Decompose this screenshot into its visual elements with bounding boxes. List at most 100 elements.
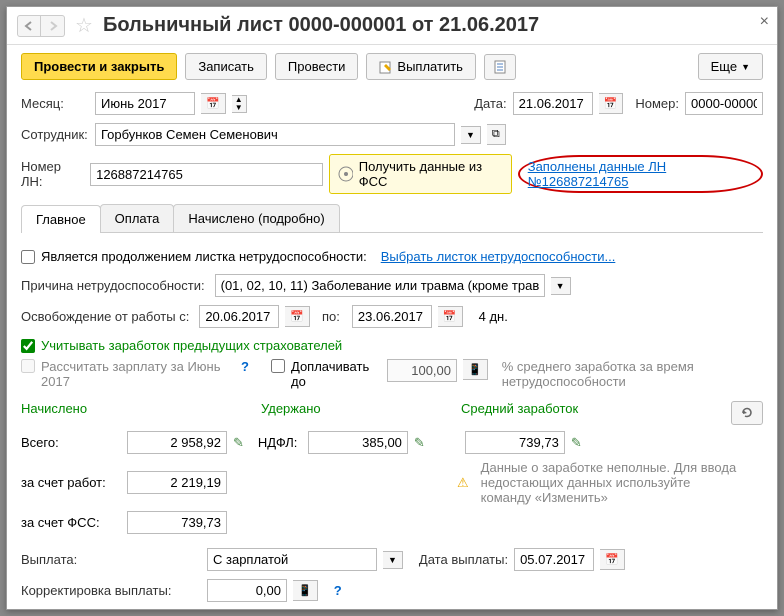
reason-label: Причина нетрудоспособности: xyxy=(21,278,205,293)
correction-calc-icon[interactable]: 📱 xyxy=(293,580,318,601)
total-label: Всего: xyxy=(21,435,121,450)
reason-input[interactable] xyxy=(215,274,545,297)
nav-forward-button[interactable] xyxy=(41,15,65,37)
release-days: 4 дн. xyxy=(479,309,508,324)
release-row: Освобождение от работы с: 📅 по: 📅 4 дн. xyxy=(21,301,763,332)
toolbar: Провести и закрыть Записать Провести Вып… xyxy=(7,45,777,88)
month-label: Месяц: xyxy=(21,96,89,111)
total-edit-icon[interactable]: ✎ xyxy=(233,435,244,451)
payout-label: Выплата: xyxy=(21,552,201,567)
calc-salary-checkbox xyxy=(21,359,35,373)
withheld-header: Удержано xyxy=(261,401,461,425)
extra-pay-input xyxy=(387,359,457,382)
refresh-button[interactable] xyxy=(731,401,763,425)
fss-icon xyxy=(338,166,353,182)
extra-pay-label: Доплачивать до xyxy=(291,359,381,389)
month-calendar-icon[interactable]: 📅 xyxy=(201,93,226,114)
correction-row: Корректировка выплаты: 📱 ? xyxy=(21,575,763,606)
avg-input[interactable] xyxy=(465,431,565,454)
date-input[interactable] xyxy=(513,92,593,115)
total-row: Всего: ✎ НДФЛ: ✎ ✎ xyxy=(21,431,763,454)
reason-dropdown-icon[interactable]: ▼ xyxy=(551,277,571,295)
release-to-input[interactable] xyxy=(352,305,432,328)
release-to-calendar-icon[interactable]: 📅 xyxy=(438,306,463,327)
titlebar: ☆ Больничный лист 0000-000001 от 21.06.2… xyxy=(7,7,777,45)
employee-open-icon[interactable]: ⧉ xyxy=(487,124,506,145)
tab-accrued[interactable]: Начислено (подробно) xyxy=(173,204,339,232)
row-employee: Сотрудник: ▼ ⧉ xyxy=(7,119,777,150)
payout-date-label: Дата выплаты: xyxy=(419,552,508,567)
pay-icon xyxy=(379,60,393,74)
correction-label: Корректировка выплаты: xyxy=(21,583,201,598)
submit-close-button[interactable]: Провести и закрыть xyxy=(21,53,177,80)
ndfl-input[interactable] xyxy=(308,431,408,454)
refresh-icon xyxy=(740,406,754,420)
chevron-down-icon: ▼ xyxy=(741,62,750,72)
warning-icon: ⚠ xyxy=(457,475,469,491)
close-icon[interactable]: × xyxy=(760,13,769,31)
employer-label: за счет работ: xyxy=(21,475,121,490)
fss-status-highlight: Заполнены данные ЛН №126887214765 xyxy=(518,155,763,193)
continuation-row: Является продолжением листка нетрудоспос… xyxy=(21,249,763,264)
payout-date-input[interactable] xyxy=(514,548,594,571)
ln-input[interactable] xyxy=(90,163,323,186)
payout-date-calendar-icon[interactable]: 📅 xyxy=(600,549,625,570)
favorite-icon[interactable]: ☆ xyxy=(75,13,93,38)
month-spinner[interactable]: ▲▼ xyxy=(232,95,247,113)
attach-button[interactable] xyxy=(484,54,516,80)
nav-back-button[interactable] xyxy=(17,15,41,37)
employer-row: за счет работ: ⚠ Данные о заработке непо… xyxy=(21,460,763,505)
tabs: Главное Оплата Начислено (подробно) xyxy=(21,204,763,233)
percent-label: % среднего заработка за время нетрудоспо… xyxy=(502,359,712,389)
fss-status-link[interactable]: Заполнены данные ЛН №126887214765 xyxy=(528,159,666,189)
tab-main[interactable]: Главное xyxy=(21,205,101,233)
save-button[interactable]: Записать xyxy=(185,53,267,80)
employee-dropdown-icon[interactable]: ▼ xyxy=(461,126,481,144)
fss-row: за счет ФСС: xyxy=(21,511,763,534)
correction-input[interactable] xyxy=(207,579,287,602)
employee-label: Сотрудник: xyxy=(21,127,89,142)
correction-help-icon[interactable]: ? xyxy=(330,583,346,598)
employer-input[interactable] xyxy=(127,471,227,494)
number-input[interactable] xyxy=(685,92,763,115)
pay-button[interactable]: Выплатить xyxy=(366,53,476,80)
fss-amount-input[interactable] xyxy=(127,511,227,534)
release-from-calendar-icon[interactable]: 📅 xyxy=(285,306,310,327)
prev-insurers-label: Учитывать заработок предыдущих страховат… xyxy=(41,338,342,353)
release-from-input[interactable] xyxy=(199,305,279,328)
continuation-link[interactable]: Выбрать листок нетрудоспособности... xyxy=(381,249,616,264)
extra-pay-checkbox[interactable] xyxy=(271,359,285,373)
avg-header: Средний заработок xyxy=(461,401,731,425)
month-input[interactable] xyxy=(95,92,195,115)
release-to-label: по: xyxy=(322,309,340,324)
number-label: Номер: xyxy=(635,96,679,111)
sick-leave-form: ☆ Больничный лист 0000-000001 от 21.06.2… xyxy=(6,6,778,610)
employee-input[interactable] xyxy=(95,123,455,146)
calc-salary-row: Рассчитать зарплату за Июнь 2017 ? Допла… xyxy=(21,359,763,389)
prev-insurers-checkbox[interactable] xyxy=(21,339,35,353)
window-title: Больничный лист 0000-000001 от 21.06.201… xyxy=(103,14,539,37)
date-label: Дата: xyxy=(474,96,506,111)
submit-button[interactable]: Провести xyxy=(275,53,359,80)
calc-salary-label: Рассчитать зарплату за Июнь 2017 xyxy=(41,359,231,389)
tab-main-content: Является продолжением листка нетрудоспос… xyxy=(7,233,777,610)
avg-edit-icon[interactable]: ✎ xyxy=(571,435,582,451)
more-button[interactable]: Еще ▼ xyxy=(698,53,763,80)
extra-pay-calc-icon[interactable]: 📱 xyxy=(463,359,488,380)
payout-row: Выплата: ▼ Дата выплаты: 📅 xyxy=(21,544,763,575)
row-month-date: Месяц: 📅 ▲▼ Дата: 📅 Номер: xyxy=(7,88,777,119)
fss-fetch-button[interactable]: Получить данные из ФСС xyxy=(329,154,512,194)
payout-input[interactable] xyxy=(207,548,377,571)
accrued-header: Начислено xyxy=(21,401,261,425)
continuation-checkbox[interactable] xyxy=(21,250,35,264)
tab-payment[interactable]: Оплата xyxy=(100,204,175,232)
help-icon[interactable]: ? xyxy=(237,359,253,374)
payout-dropdown-icon[interactable]: ▼ xyxy=(383,551,403,569)
total-input[interactable] xyxy=(127,431,227,454)
prev-insurers-row: Учитывать заработок предыдущих страховат… xyxy=(21,338,763,353)
ndfl-edit-icon[interactable]: ✎ xyxy=(414,435,425,451)
ndfl-label: НДФЛ: xyxy=(258,435,302,450)
row-ln: Номер ЛН: Получить данные из ФСС Заполне… xyxy=(7,150,777,198)
date-calendar-icon[interactable]: 📅 xyxy=(599,93,624,114)
fss-amount-label: за счет ФСС: xyxy=(21,515,121,530)
